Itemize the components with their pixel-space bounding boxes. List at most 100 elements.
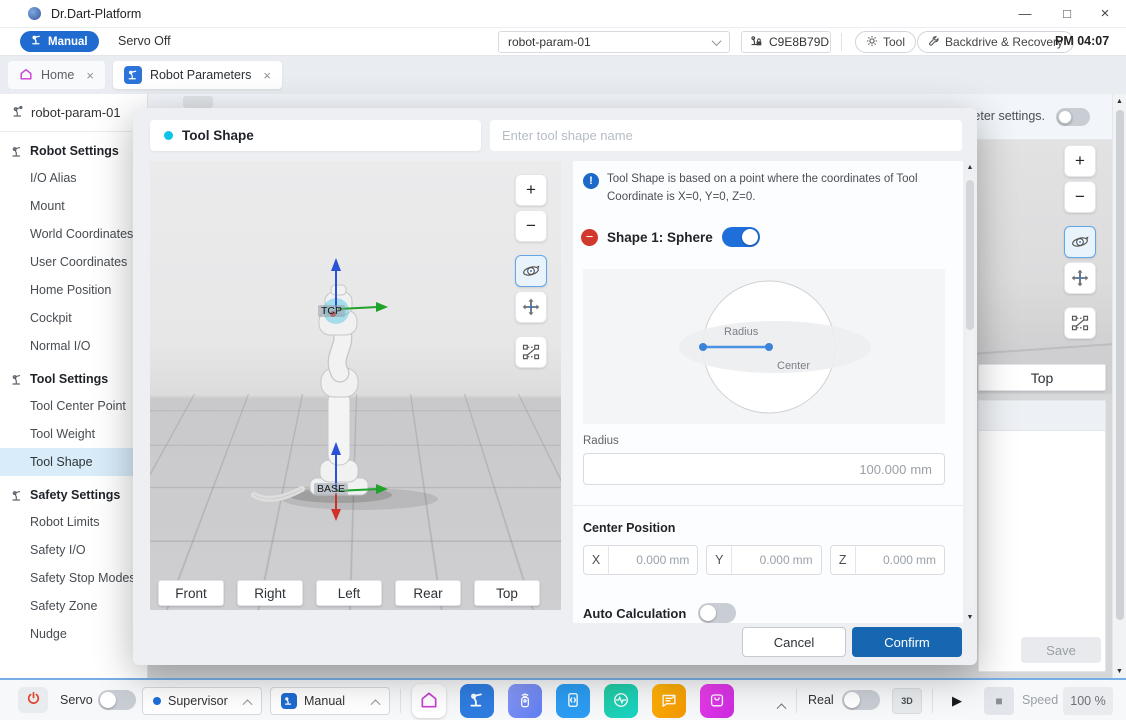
remove-shape-icon[interactable]: − — [581, 229, 598, 246]
home-app-button[interactable] — [412, 684, 446, 718]
section-robot-settings[interactable]: Robot Settings — [0, 132, 147, 164]
save-button[interactable]: Save — [1021, 637, 1101, 663]
auto-calculation-toggle[interactable] — [698, 603, 736, 623]
modal-3d-viewport[interactable]: TCP BASE + − Front Right Left Rear Top — [150, 161, 561, 610]
view-front-button[interactable]: Front — [158, 580, 224, 606]
bg-zoom-in-button[interactable]: + — [1064, 145, 1096, 177]
close-button[interactable]: × — [1090, 0, 1120, 27]
sidebar-item-tool-weight[interactable]: Tool Weight — [0, 420, 147, 448]
tab-robot-parameters-close-icon[interactable]: × — [263, 68, 271, 83]
bottombar-divider — [400, 689, 401, 713]
sidebar-item-mount[interactable]: Mount — [0, 192, 147, 220]
bottombar-divider — [932, 689, 933, 713]
backdrive-recovery-button[interactable]: Backdrive & Recovery — [917, 31, 1074, 53]
window-title: Dr.Dart-Platform — [51, 7, 141, 21]
maximize-button[interactable]: □ — [1052, 0, 1082, 27]
real-mode-toggle[interactable] — [842, 690, 880, 710]
panel-scroll-down-icon[interactable]: ▼ — [964, 611, 976, 623]
measure-button[interactable] — [515, 336, 547, 368]
sidebar-item-cockpit[interactable]: Cockpit — [0, 304, 147, 332]
speed-value[interactable]: 100 % — [1063, 687, 1113, 715]
tab-home-close-icon[interactable]: × — [86, 68, 94, 83]
view-rear-button[interactable]: Rear — [395, 580, 461, 606]
bg-zoom-out-button[interactable]: − — [1064, 181, 1096, 213]
panel-scrollbar-thumb[interactable] — [966, 180, 974, 330]
x-value: 0.000 — [636, 553, 666, 567]
bg-orbit-button[interactable] — [1064, 226, 1096, 258]
tab-home[interactable]: Home × — [8, 61, 105, 89]
role-dropdown[interactable]: Supervisor — [142, 687, 262, 715]
panel-scroll-up-icon[interactable]: ▲ — [964, 161, 976, 173]
device-id-chip[interactable]: C9E8B79D — [741, 31, 831, 53]
param-dropdown[interactable]: robot-param-01 — [498, 31, 730, 53]
bg-pan-button[interactable] — [1064, 262, 1096, 294]
power-button[interactable] — [18, 687, 48, 713]
background-panel: Save — [978, 400, 1106, 672]
tab-robot-parameters[interactable]: Robot Parameters × — [113, 61, 282, 89]
backdrive-label: Backdrive & Recovery — [945, 35, 1063, 49]
page-scrollbar[interactable]: ▲ ▼ — [1112, 94, 1126, 678]
servo-toggle[interactable] — [98, 690, 136, 710]
radius-field-label: Radius — [583, 435, 619, 447]
code-app-button[interactable] — [556, 684, 590, 718]
dialog-title-box: Tool Shape — [150, 120, 481, 151]
view-3d-label: 3D — [901, 696, 913, 706]
zoom-out-button[interactable]: − — [515, 210, 547, 242]
minimize-button[interactable]: — — [1010, 0, 1040, 27]
sidebar-item-safety-io[interactable]: Safety I/O — [0, 536, 147, 564]
section-safety-settings[interactable]: Safety Settings — [0, 476, 147, 508]
parameter-settings-toggle[interactable] — [1056, 108, 1090, 126]
jog-app-button[interactable] — [508, 684, 542, 718]
sidebar-header-label: robot-param-01 — [31, 105, 121, 120]
sidebar-item-normal-io[interactable]: Normal I/O — [0, 332, 147, 360]
monitor-app-button[interactable] — [604, 684, 638, 718]
sidebar-item-nudge[interactable]: Nudge — [0, 620, 147, 648]
radius-input[interactable]: 100.000 mm — [583, 453, 945, 485]
remote-control-icon — [515, 690, 535, 713]
sidebar-item-safety-stop-modes[interactable]: Safety Stop Modes — [0, 564, 147, 592]
role-dropdown-value: Supervisor — [168, 694, 228, 708]
sidebar-item-safety-zone[interactable]: Safety Zone — [0, 592, 147, 620]
scroll-down-icon[interactable]: ▼ — [1113, 664, 1126, 678]
cancel-button[interactable]: Cancel — [742, 627, 846, 657]
center-z-input[interactable]: Z 0.000mm — [830, 545, 945, 575]
store-app-button[interactable] — [700, 684, 734, 718]
param-dropdown-value: robot-param-01 — [508, 35, 591, 49]
manual-mode-button[interactable]: Manual — [20, 31, 99, 52]
zoom-in-button[interactable]: + — [515, 174, 547, 206]
tool-button[interactable]: Tool — [855, 31, 916, 53]
shape-enable-toggle[interactable] — [722, 227, 760, 247]
collapse-apps-icon[interactable] — [777, 703, 787, 713]
view-left-button[interactable]: Left — [316, 580, 382, 606]
orbit-button[interactable] — [515, 255, 547, 287]
view-right-button[interactable]: Right — [237, 580, 303, 606]
sidebar-item-tool-center-point[interactable]: Tool Center Point — [0, 392, 147, 420]
sidebar-item-io-alias[interactable]: I/O Alias — [0, 164, 147, 192]
pan-button[interactable] — [515, 291, 547, 323]
robot-params-app-button[interactable] — [460, 684, 494, 718]
sidebar: robot-param-01 Robot Settings I/O Alias … — [0, 94, 148, 678]
bg-top-view-button[interactable]: Top — [978, 364, 1106, 391]
save-button-label: Save — [1046, 643, 1076, 658]
stop-button[interactable]: ■ — [984, 687, 1014, 715]
sidebar-item-home-position[interactable]: Home Position — [0, 276, 147, 304]
sidebar-item-world-coordinates[interactable]: World Coordinates — [0, 220, 147, 248]
mode-dropdown[interactable]: Manual — [270, 687, 390, 715]
scroll-up-icon[interactable]: ▲ — [1113, 94, 1126, 108]
section-tool-settings[interactable]: Tool Settings — [0, 360, 147, 392]
center-x-input[interactable]: X 0.000mm — [583, 545, 698, 575]
info-text: Tool Shape is based on a point where the… — [607, 171, 939, 207]
message-app-button[interactable] — [652, 684, 686, 718]
view-3d-button[interactable]: 3D — [892, 688, 922, 714]
sidebar-item-tool-shape[interactable]: Tool Shape — [0, 448, 147, 476]
page-scrollbar-thumb[interactable] — [1116, 110, 1124, 620]
shape-name-input[interactable] — [490, 120, 962, 151]
bg-measure-button[interactable] — [1064, 307, 1096, 339]
view-top-button[interactable]: Top — [474, 580, 540, 606]
confirm-button[interactable]: Confirm — [852, 627, 962, 657]
sidebar-collapse-button[interactable] — [183, 96, 213, 108]
play-button[interactable]: ▶ — [942, 687, 972, 715]
sidebar-item-robot-limits[interactable]: Robot Limits — [0, 508, 147, 536]
center-y-input[interactable]: Y 0.000mm — [706, 545, 821, 575]
sidebar-item-user-coordinates[interactable]: User Coordinates — [0, 248, 147, 276]
